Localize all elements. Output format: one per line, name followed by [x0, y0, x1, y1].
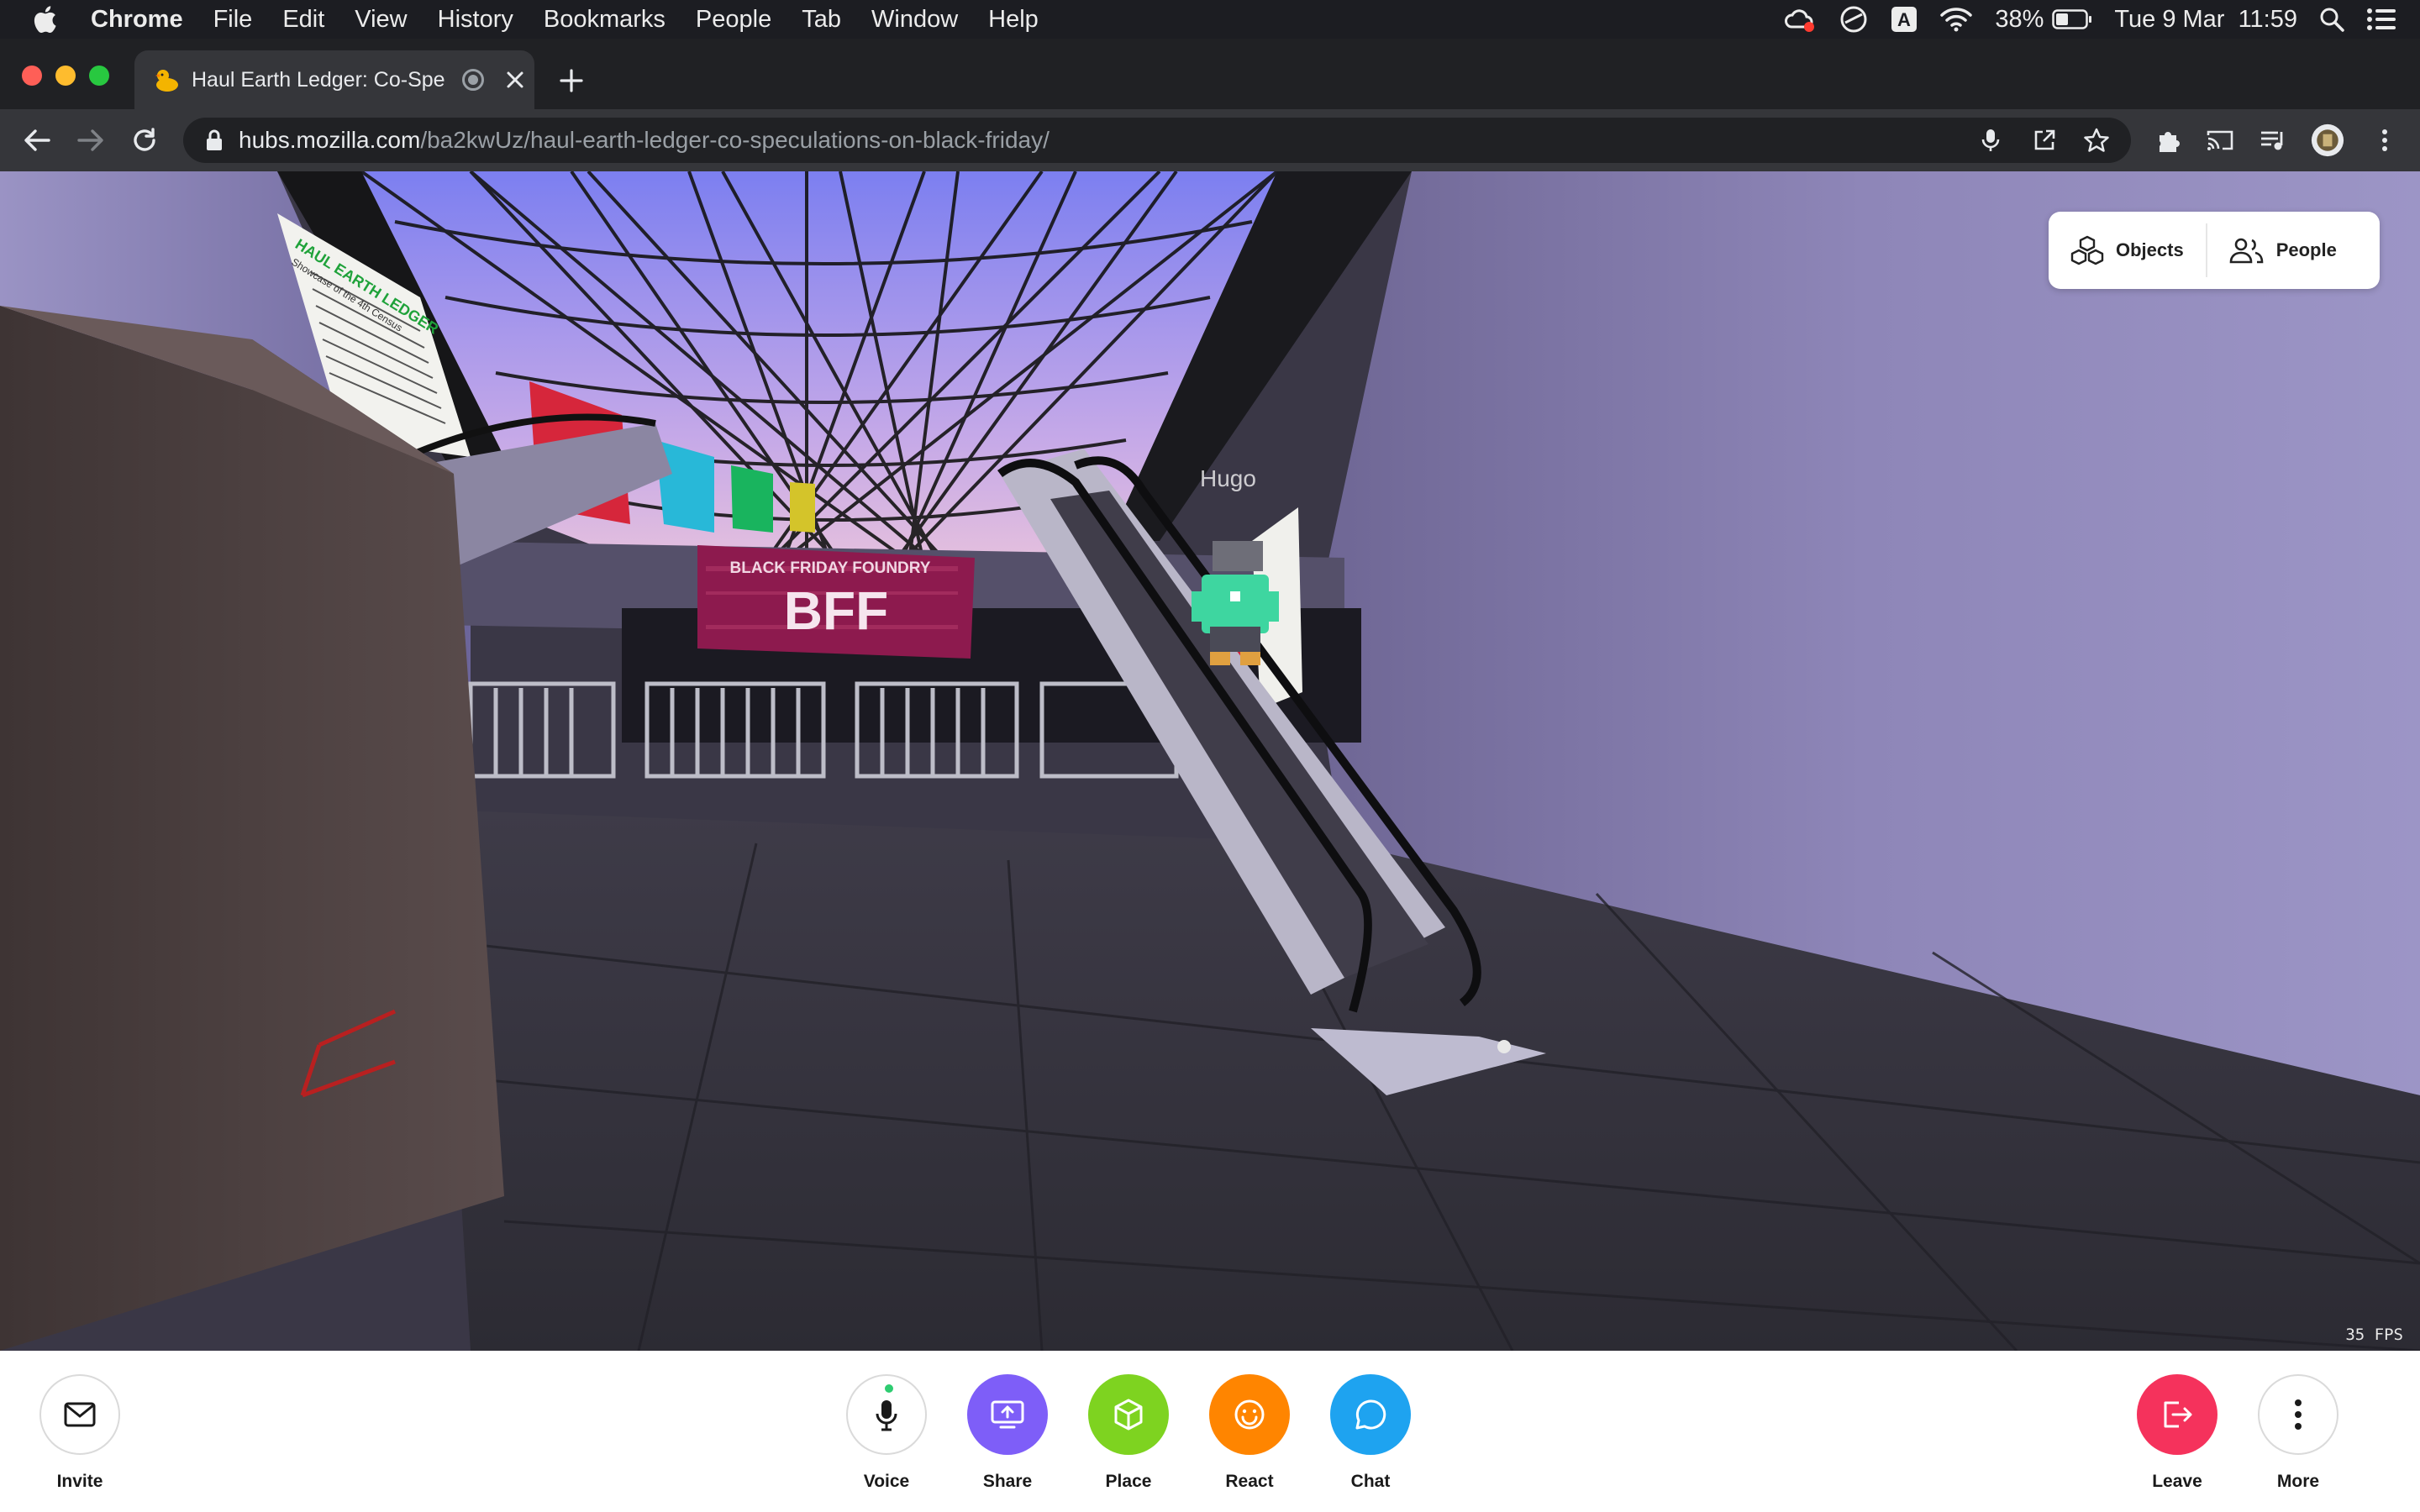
banner-small-text: BLACK FRIDAY FOUNDRY — [730, 559, 931, 577]
tab-recording-indicator-icon — [462, 69, 484, 91]
microphone-in-use-icon[interactable] — [1978, 128, 2003, 153]
envelope-icon — [64, 1402, 96, 1427]
new-tab-plus-icon[interactable] — [555, 64, 588, 97]
invite-button[interactable] — [39, 1374, 120, 1455]
browser-tab-strip: Haul Earth Ledger: Co-Spe — [0, 39, 2420, 109]
url-path: /ba2kwUz/haul-earth-ledger-co-speculatio… — [420, 127, 1050, 153]
more-label: More — [2276, 1472, 2320, 1491]
leave-tool[interactable]: Leave — [2127, 1374, 2228, 1492]
menu-app-name[interactable]: Chrome — [91, 6, 183, 34]
voice-tool[interactable]: Voice — [836, 1374, 937, 1492]
cast-icon[interactable] — [2203, 123, 2237, 157]
more-button[interactable] — [2258, 1374, 2338, 1455]
scene-render: HAUL EARTH LEDGER Showcase of the 4th Ce… — [0, 171, 2420, 1351]
chat-label: Chat — [1350, 1472, 1391, 1491]
people-icon — [2229, 238, 2264, 264]
avatar-name-label: Hugo — [1200, 465, 1256, 491]
address-bar[interactable]: hubs.mozilla.com/ba2kwUz/haul-earth-ledg… — [183, 118, 2131, 163]
fps-counter: 35 FPS — [2345, 1326, 2403, 1344]
menu-help[interactable]: Help — [988, 6, 1039, 34]
url-text[interactable]: hubs.mozilla.com/ba2kwUz/haul-earth-ledg… — [239, 127, 1050, 154]
objects-label: Objects — [2116, 239, 2184, 260]
input-source-icon[interactable]: A — [1891, 6, 1918, 33]
place-tool[interactable]: Place — [1078, 1374, 1179, 1492]
chat-button[interactable] — [1330, 1374, 1411, 1455]
menu-tab[interactable]: Tab — [802, 6, 841, 34]
vpn-icon[interactable] — [1839, 4, 1869, 34]
hubs-3d-scene[interactable]: HAUL EARTH LEDGER Showcase of the 4th Ce… — [0, 171, 2420, 1351]
menu-window[interactable]: Window — [871, 6, 958, 34]
leave-button[interactable] — [2137, 1374, 2217, 1455]
menu-clock[interactable]: Tue 9 Mar 11:59 — [2114, 6, 2297, 34]
spotlight-search-icon[interactable] — [2319, 7, 2344, 32]
place-button[interactable] — [1088, 1374, 1169, 1455]
people-label: People — [2275, 239, 2337, 260]
menu-bookmarks[interactable]: Bookmarks — [544, 6, 666, 34]
menu-history[interactable]: History — [438, 6, 513, 34]
cube-icon — [1114, 1399, 1143, 1431]
chat-bubble-icon — [1355, 1399, 1386, 1430]
more-tool[interactable]: More — [2248, 1374, 2349, 1492]
place-label: Place — [1105, 1472, 1152, 1491]
share-tool[interactable]: Share — [957, 1374, 1058, 1492]
extensions-puzzle-icon[interactable] — [2151, 123, 2185, 157]
banner-big-text: BFF — [784, 580, 888, 641]
menu-file[interactable]: File — [213, 6, 253, 34]
browser-tab-active[interactable]: Haul Earth Ledger: Co-Spe — [134, 50, 534, 109]
battery-percent[interactable]: 38% — [1995, 6, 2044, 34]
objects-cubes-icon — [2070, 235, 2104, 265]
more-kebab-icon — [2295, 1399, 2302, 1430]
wifi-icon[interactable] — [1939, 7, 1973, 32]
browser-toolbar: hubs.mozilla.com/ba2kwUz/haul-earth-ledg… — [0, 109, 2420, 171]
hubs-bottom-toolbar: Invite Voice Share Place React Chat Leav… — [0, 1351, 2420, 1512]
input-source-letter: A — [1897, 9, 1911, 30]
smiley-icon — [1234, 1399, 1265, 1430]
microphone-icon — [876, 1400, 897, 1431]
window-fullscreen-button[interactable] — [89, 66, 109, 86]
profile-avatar[interactable] — [2311, 123, 2344, 157]
tab-title: Haul Earth Ledger: Co-Spe — [192, 67, 445, 92]
react-tool[interactable]: React — [1199, 1374, 1300, 1492]
tab-close-icon[interactable] — [502, 67, 528, 92]
menu-people[interactable]: People — [696, 6, 771, 34]
chrome-menu-kebab-icon[interactable] — [2368, 123, 2402, 157]
apple-menu-icon[interactable] — [32, 3, 66, 36]
leave-door-icon — [2164, 1401, 2192, 1428]
media-queue-icon[interactable] — [2257, 123, 2291, 157]
reload-icon[interactable] — [128, 123, 161, 157]
forward-arrow-icon[interactable] — [74, 123, 108, 157]
lock-icon[interactable] — [202, 128, 227, 153]
chat-tool[interactable]: Chat — [1320, 1374, 1421, 1492]
invite-label: Invite — [56, 1472, 103, 1491]
voice-label: Voice — [863, 1472, 910, 1491]
objects-people-toggle: Objects People — [2049, 212, 2380, 289]
battery-icon[interactable] — [2052, 9, 2092, 29]
macos-menu-bar: Chrome File Edit View History Bookmarks … — [0, 0, 2420, 39]
react-button[interactable] — [1209, 1374, 1290, 1455]
window-close-button[interactable] — [22, 66, 42, 86]
creative-cloud-icon[interactable] — [1783, 5, 1817, 34]
voice-button[interactable] — [846, 1374, 927, 1455]
open-in-window-icon[interactable] — [2032, 128, 2057, 153]
screen-share-icon — [991, 1400, 1024, 1429]
objects-button[interactable]: Objects — [2049, 212, 2206, 289]
share-label: Share — [982, 1472, 1033, 1491]
leave-label: Leave — [2152, 1472, 2202, 1491]
hubs-duck-favicon-icon — [151, 65, 182, 95]
voice-active-dot — [885, 1384, 893, 1393]
window-minimize-button[interactable] — [55, 66, 76, 86]
bookmark-star-icon[interactable] — [2084, 128, 2109, 153]
url-host: hubs.mozilla.com — [239, 127, 421, 153]
back-arrow-icon[interactable] — [20, 123, 54, 157]
control-center-icon[interactable] — [2366, 8, 2396, 31]
react-label: React — [1225, 1472, 1274, 1491]
invite-tool[interactable]: Invite — [29, 1374, 130, 1492]
people-button[interactable]: People — [2207, 212, 2359, 289]
menu-edit[interactable]: Edit — [282, 6, 324, 34]
share-button[interactable] — [967, 1374, 1048, 1455]
menu-view[interactable]: View — [355, 6, 407, 34]
